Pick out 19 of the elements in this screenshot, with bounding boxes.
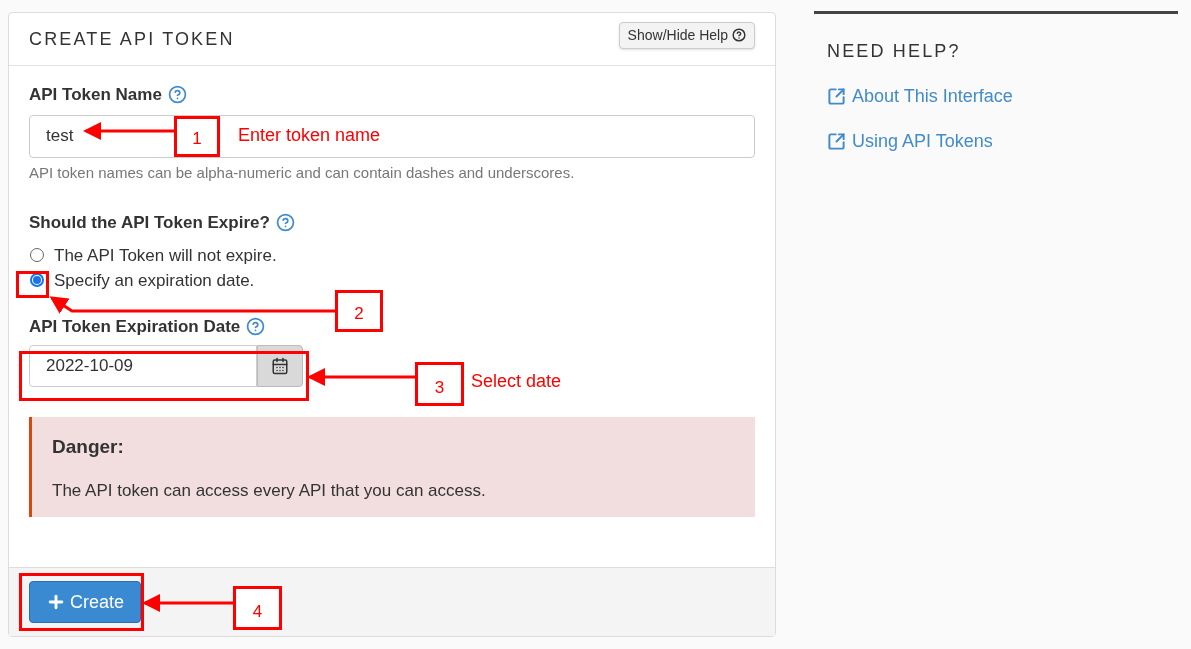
- step-number: 2: [335, 290, 383, 332]
- step-number: 1: [174, 116, 220, 157]
- alert-title: Danger:: [52, 435, 125, 459]
- show-hide-help-button[interactable]: Show/Hide Help: [618, 21, 755, 49]
- radio-label: The API Token will not expire.: [54, 244, 277, 267]
- alert-text: The API token can access every API that you can access.: [52, 479, 487, 502]
- field-hint: API token names can be alpha-numeric and can contain dashes and underscores.: [29, 162, 576, 183]
- help-title: NEED HELP?: [827, 40, 962, 63]
- date-input[interactable]: 2022-10-09: [29, 345, 257, 387]
- annotation-note: Enter token name: [238, 124, 381, 147]
- annotation-note: Select date: [471, 370, 562, 393]
- step-number: 3: [415, 362, 464, 406]
- radio-label: Specify an expiration date.: [54, 269, 255, 292]
- field-label: API Token Expiration Date: [29, 315, 241, 338]
- create-button[interactable]: Create: [29, 581, 142, 623]
- field-label: Should the API Token Expire?: [29, 212, 270, 234]
- panel-title: CREATE API TOKEN: [29, 27, 235, 51]
- field-label: API Token Name: [29, 84, 162, 106]
- step-number: 4: [233, 586, 282, 630]
